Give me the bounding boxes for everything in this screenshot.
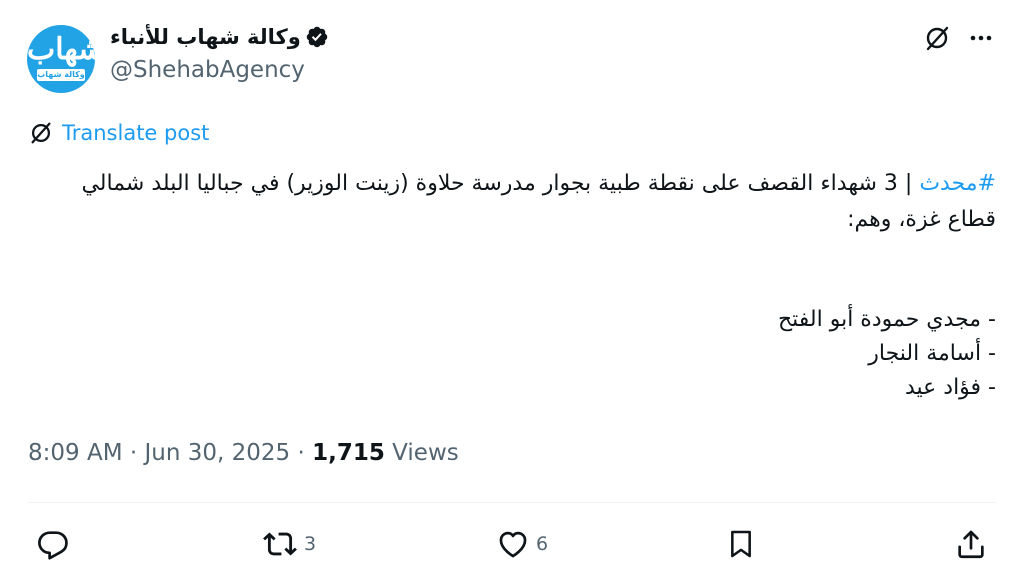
bookmark-icon xyxy=(731,530,751,558)
avatar-logo-subtext: وكالة شهاب للأنباء xyxy=(37,69,85,91)
hashtag-link[interactable]: #محدث xyxy=(919,171,996,196)
post-time[interactable]: 8:09 AM xyxy=(28,440,123,466)
avatar-logo-text: شهاب xyxy=(27,32,95,67)
divider xyxy=(28,502,996,503)
translate-icon xyxy=(31,122,51,144)
avatar[interactable]: شهاب وكالة شهاب للأنباء xyxy=(27,25,95,93)
like-count: 6 xyxy=(536,533,549,555)
translate-label[interactable]: Translate post xyxy=(62,121,209,145)
more-options-icon[interactable] xyxy=(965,22,997,54)
post-name-3: - فؤاد عيد xyxy=(904,375,996,400)
translate-post-link[interactable]: Translate post xyxy=(28,120,209,146)
repost-button[interactable]: 3 xyxy=(262,526,316,562)
share-icon xyxy=(958,530,984,559)
post-line-2: قطاع غزة، وهم: xyxy=(847,207,996,232)
views-count: 1,715 xyxy=(312,440,385,466)
post-name-1: - مجدي حمودة أبو الفتح xyxy=(777,307,996,332)
reply-button[interactable] xyxy=(36,526,70,562)
slash-circle-icon xyxy=(926,26,949,51)
reply-icon xyxy=(38,531,68,560)
post-body: #محدث | 3 شهداء القصف على نقطة طبية بجوا… xyxy=(36,166,996,406)
repost-count: 3 xyxy=(304,533,317,555)
views-label: Views xyxy=(384,440,459,466)
verified-badge-icon xyxy=(306,26,328,48)
grok-icon[interactable] xyxy=(921,22,953,54)
author-handle[interactable]: @ShehabAgency xyxy=(110,57,305,83)
meta-separator: · xyxy=(290,440,313,466)
repost-icon xyxy=(263,532,297,556)
post-date[interactable]: Jun 30, 2025 xyxy=(144,440,290,466)
bookmark-button[interactable] xyxy=(725,526,757,562)
like-button[interactable]: 6 xyxy=(496,526,548,562)
meta-separator: · xyxy=(122,440,145,466)
share-button[interactable] xyxy=(954,526,988,562)
post-meta: 8:09 AM · Jun 30, 2025 · 1,715 Views xyxy=(28,440,459,466)
ellipsis-icon xyxy=(970,35,992,41)
heart-icon xyxy=(499,531,527,558)
post-line-1: #محدث | 3 شهداء القصف على نقطة طبية بجوا… xyxy=(36,166,996,202)
author-display-name[interactable]: وكالة شهاب للأنباء xyxy=(110,25,301,49)
post-line-1-text: | 3 شهداء القصف على نقطة طبية بجوار مدرس… xyxy=(81,171,920,196)
post-name-2: - أسامة النجار xyxy=(868,341,996,366)
author-name-row[interactable]: وكالة شهاب للأنباء xyxy=(110,22,329,52)
